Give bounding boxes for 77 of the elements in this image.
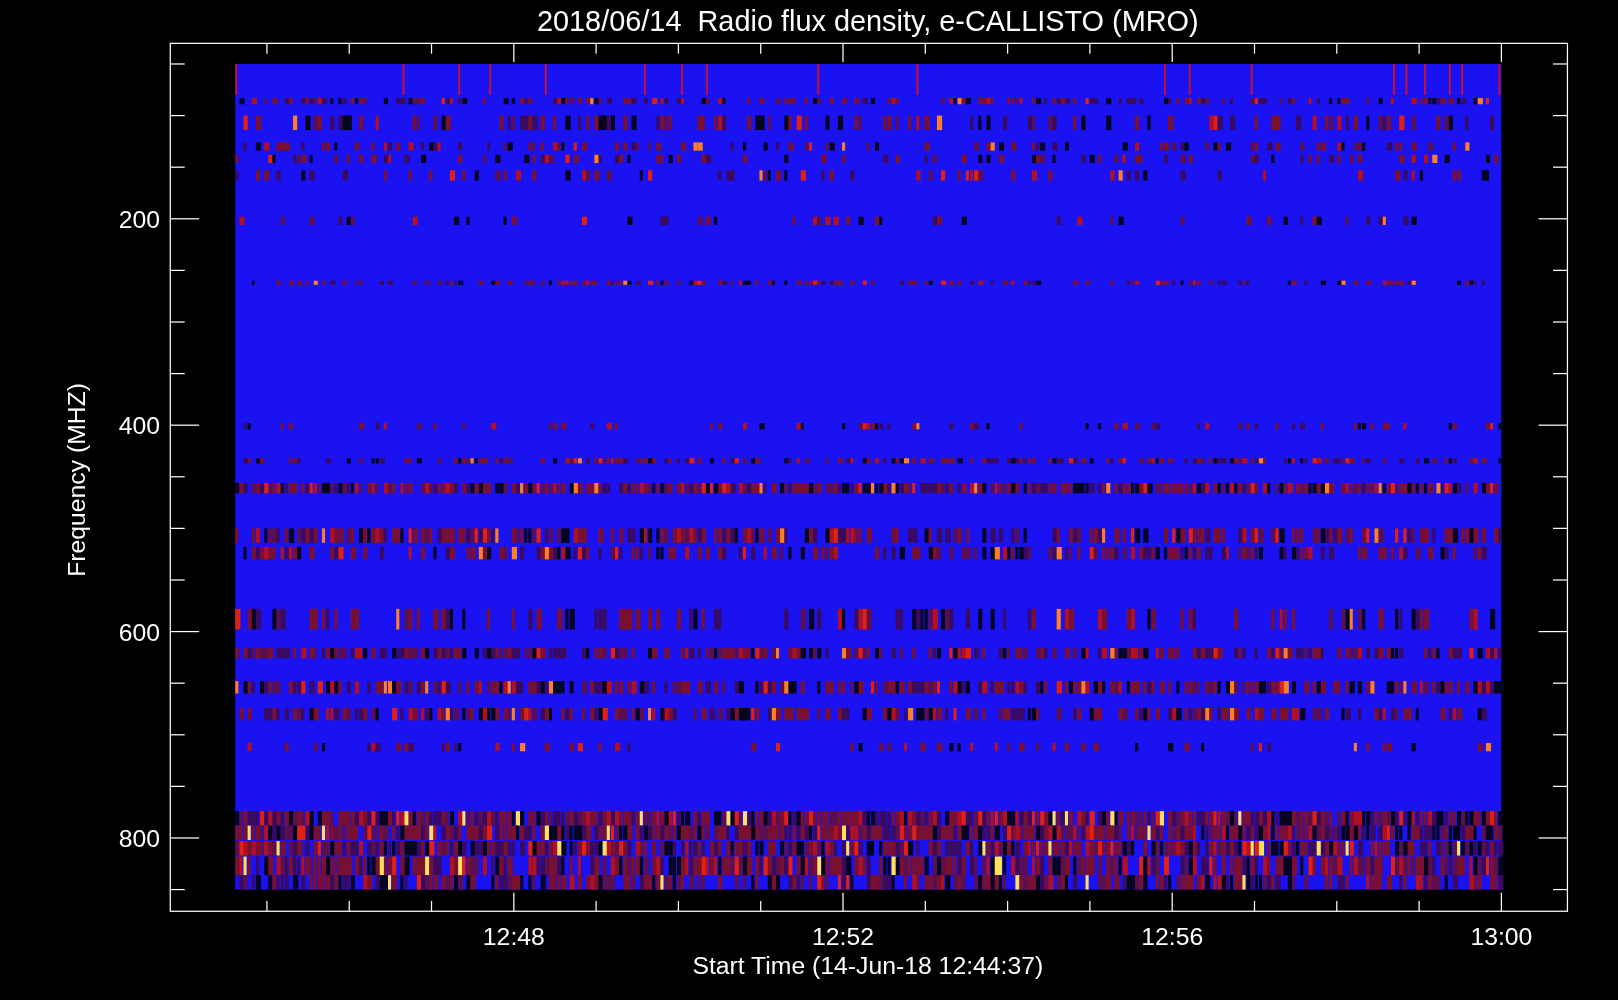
tick-mark (169, 476, 186, 478)
tick-mark (924, 42, 926, 55)
tick-mark (760, 900, 762, 912)
tick-mark (1552, 527, 1569, 529)
tick-mark (595, 42, 597, 55)
tick-mark (169, 734, 186, 736)
tick-mark (1552, 166, 1569, 168)
tick-mark (760, 42, 762, 55)
tick-mark (1171, 42, 1173, 63)
tick-mark (1089, 42, 1091, 55)
tick-mark (842, 892, 844, 912)
tick-mark (169, 527, 186, 529)
tick-mark (1552, 734, 1569, 736)
tick-mark (169, 166, 186, 168)
tick-mark (1500, 42, 1502, 63)
tick-mark (169, 424, 200, 426)
axis-tick-label: 12:52 (812, 923, 874, 951)
tick-mark (1253, 900, 1256, 912)
tick-mark (169, 888, 186, 891)
tick-mark (348, 42, 350, 55)
tick-mark (842, 42, 844, 63)
tick-mark (1089, 900, 1091, 912)
axis-tick-label: 800 (118, 825, 160, 853)
x-axis-label: Start Time (14-Jun-18 12:44:37) (692, 952, 1044, 980)
tick-mark (169, 372, 186, 375)
tick-mark (1418, 42, 1420, 55)
tick-mark (1336, 900, 1338, 912)
axis-tick-label: 600 (118, 618, 160, 646)
tick-mark (1336, 42, 1338, 55)
tick-mark (169, 785, 186, 787)
tick-mark (169, 682, 186, 684)
tick-mark (1552, 682, 1569, 684)
tick-mark (169, 837, 200, 839)
tick-mark (1552, 888, 1569, 891)
tick-mark (348, 900, 350, 912)
tick-mark (430, 900, 433, 912)
axis-tick-label: 12:56 (1141, 923, 1204, 951)
tick-mark (513, 892, 515, 912)
tick-mark (169, 114, 186, 117)
tick-mark (1552, 476, 1569, 478)
tick-mark (169, 269, 186, 271)
tick-mark (1500, 892, 1502, 912)
tick-mark (677, 900, 680, 912)
tick-mark (1537, 218, 1569, 220)
tick-mark (1171, 892, 1173, 912)
tick-mark (1552, 63, 1569, 65)
tick-mark (169, 579, 186, 581)
tick-mark (1552, 785, 1569, 787)
axis-tick-label: 12:48 (482, 923, 545, 951)
tick-mark (169, 321, 186, 323)
tick-mark (1007, 900, 1009, 912)
axis-tick-label: 400 (118, 412, 160, 440)
tick-mark (677, 42, 680, 55)
tick-mark (1552, 372, 1569, 375)
tick-mark (595, 900, 597, 912)
tick-mark (1552, 114, 1569, 117)
tick-mark (1537, 630, 1569, 633)
tick-mark (169, 630, 200, 633)
axis-tick-label: 13:00 (1470, 923, 1533, 951)
y-axis-label: Frequency (MHZ) (62, 382, 90, 577)
tick-mark (924, 900, 926, 912)
tick-mark (1552, 579, 1569, 581)
tick-mark (430, 42, 433, 55)
axis-tick-label: 200 (118, 206, 160, 234)
tick-mark (266, 42, 268, 55)
chart-title: 2018/06/14 Radio flux density, e-CALLISTO (MRO) (536, 4, 1199, 37)
tick-mark (169, 63, 186, 65)
tick-mark (1552, 321, 1569, 323)
tick-mark (1537, 424, 1569, 426)
tick-mark (169, 218, 200, 220)
tick-mark (1537, 837, 1569, 839)
tick-mark (513, 42, 515, 63)
tick-mark (266, 900, 268, 912)
tick-mark (1253, 42, 1256, 55)
tick-mark (1552, 269, 1569, 271)
tick-mark (1007, 42, 1009, 55)
tick-mark (1418, 900, 1420, 912)
